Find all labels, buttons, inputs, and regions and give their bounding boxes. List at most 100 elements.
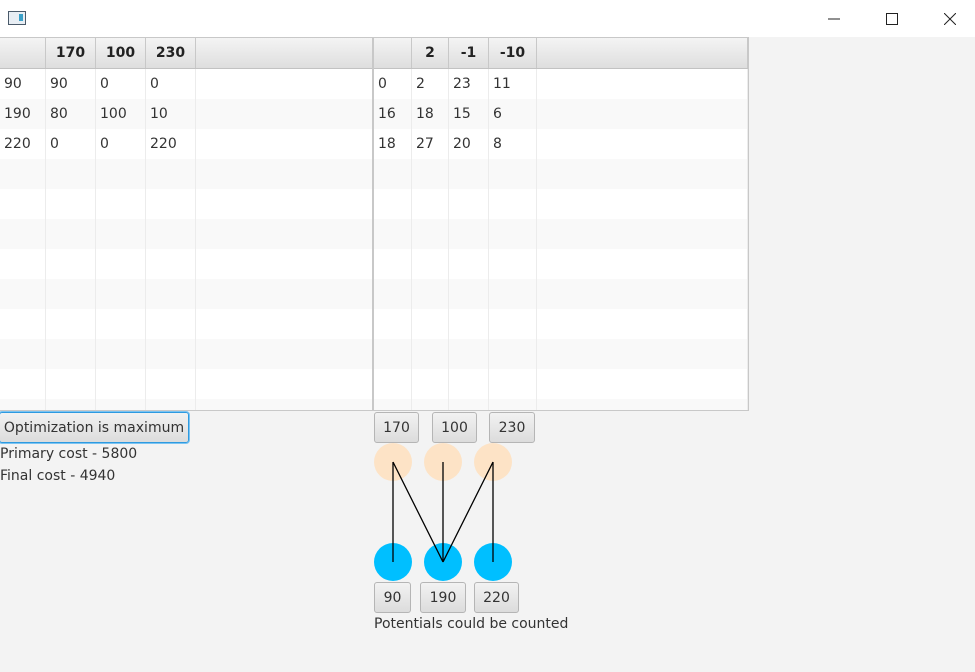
table-cell[interactable]: 0 — [146, 69, 196, 99]
table-cell[interactable] — [46, 309, 96, 339]
table-cell[interactable] — [489, 399, 537, 410]
table-cell[interactable]: 23 — [449, 69, 489, 99]
table-cell[interactable] — [537, 159, 748, 189]
column-header[interactable]: 2 — [412, 38, 449, 68]
table-cell[interactable] — [96, 309, 146, 339]
table-row[interactable] — [0, 219, 372, 249]
table-cell[interactable] — [196, 159, 372, 189]
table-row[interactable] — [374, 159, 748, 189]
table-cell[interactable] — [196, 129, 372, 159]
table-row[interactable] — [0, 189, 372, 219]
table-cell[interactable]: 0 — [96, 69, 146, 99]
cost-table[interactable]: 2 -1 -10 0 2 23 11 16 18 15 6 18 27 20 8 — [373, 37, 749, 411]
table-cell[interactable] — [46, 279, 96, 309]
table-cell[interactable] — [374, 189, 412, 219]
table-cell[interactable] — [96, 339, 146, 369]
table-cell[interactable] — [412, 159, 449, 189]
table-cell[interactable]: 18 — [412, 99, 449, 129]
consumer-button[interactable]: 190 — [420, 582, 466, 613]
table-row[interactable] — [374, 249, 748, 279]
table-row[interactable]: 0 2 23 11 — [374, 69, 748, 99]
table-cell[interactable] — [96, 159, 146, 189]
table-cell[interactable] — [146, 219, 196, 249]
table-cell[interactable] — [46, 189, 96, 219]
column-header[interactable] — [537, 38, 748, 68]
table-cell[interactable] — [96, 219, 146, 249]
table-cell[interactable]: 90 — [0, 69, 46, 99]
table-cell[interactable]: 15 — [449, 99, 489, 129]
close-button[interactable] — [921, 0, 975, 37]
optimization-button[interactable]: Optimization is maximum — [0, 412, 189, 443]
table-row[interactable]: 18 27 20 8 — [374, 129, 748, 159]
table-cell[interactable] — [0, 279, 46, 309]
table-cell[interactable] — [196, 369, 372, 399]
table-cell[interactable] — [146, 189, 196, 219]
table-cell[interactable] — [489, 279, 537, 309]
table-cell[interactable] — [489, 219, 537, 249]
table-cell[interactable] — [412, 309, 449, 339]
table-cell[interactable] — [537, 219, 748, 249]
table-cell[interactable] — [489, 339, 537, 369]
table-row[interactable] — [374, 339, 748, 369]
table-cell[interactable] — [374, 249, 412, 279]
table-cell[interactable] — [449, 309, 489, 339]
table-cell[interactable] — [196, 69, 372, 99]
table-cell[interactable] — [374, 279, 412, 309]
table-row[interactable] — [0, 159, 372, 189]
table-cell[interactable] — [196, 399, 372, 410]
table-cell[interactable] — [537, 249, 748, 279]
table-cell[interactable] — [196, 339, 372, 369]
table-row[interactable] — [0, 369, 372, 399]
table-cell[interactable] — [0, 309, 46, 339]
table-cell[interactable] — [46, 399, 96, 410]
table-cell[interactable]: 8 — [489, 129, 537, 159]
table-cell[interactable] — [196, 279, 372, 309]
table-cell[interactable]: 100 — [96, 99, 146, 129]
consumer-button[interactable]: 220 — [474, 582, 519, 613]
table-row[interactable]: 90 90 0 0 — [0, 69, 372, 99]
table-cell[interactable] — [489, 189, 537, 219]
supplier-button[interactable]: 100 — [432, 412, 477, 443]
column-header[interactable] — [196, 38, 372, 68]
column-header[interactable]: -1 — [449, 38, 489, 68]
table-cell[interactable]: 16 — [374, 99, 412, 129]
table-row[interactable] — [374, 309, 748, 339]
table-row[interactable] — [374, 399, 748, 410]
table-cell[interactable] — [0, 159, 46, 189]
supplier-button[interactable]: 230 — [489, 412, 535, 443]
table-cell[interactable] — [537, 339, 748, 369]
table-cell[interactable]: 11 — [489, 69, 537, 99]
table-cell[interactable] — [374, 219, 412, 249]
table-cell[interactable] — [0, 219, 46, 249]
table-row[interactable] — [0, 339, 372, 369]
table-row[interactable] — [374, 219, 748, 249]
table-cell[interactable] — [537, 369, 748, 399]
table-cell[interactable] — [146, 309, 196, 339]
table-cell[interactable] — [374, 309, 412, 339]
table-cell[interactable] — [449, 249, 489, 279]
table-cell[interactable] — [96, 189, 146, 219]
table-cell[interactable] — [449, 339, 489, 369]
table-cell[interactable] — [412, 339, 449, 369]
column-header[interactable]: 230 — [146, 38, 196, 68]
table-cell[interactable] — [449, 279, 489, 309]
column-header[interactable]: 100 — [96, 38, 146, 68]
table-cell[interactable] — [46, 249, 96, 279]
table-cell[interactable]: 6 — [489, 99, 537, 129]
table-cell[interactable] — [537, 399, 748, 410]
table-cell[interactable] — [489, 249, 537, 279]
table-cell[interactable]: 0 — [96, 129, 146, 159]
table-cell[interactable] — [449, 219, 489, 249]
table-cell[interactable] — [0, 189, 46, 219]
table-cell[interactable] — [449, 399, 489, 410]
table-cell[interactable] — [146, 159, 196, 189]
table-cell[interactable] — [412, 189, 449, 219]
table-row[interactable] — [374, 279, 748, 309]
table-row[interactable] — [0, 249, 372, 279]
table-cell[interactable] — [146, 279, 196, 309]
table-cell[interactable] — [374, 159, 412, 189]
table-cell[interactable] — [449, 189, 489, 219]
maximize-button[interactable] — [863, 0, 921, 37]
table-cell[interactable] — [412, 219, 449, 249]
table-row[interactable]: 220 0 0 220 — [0, 129, 372, 159]
